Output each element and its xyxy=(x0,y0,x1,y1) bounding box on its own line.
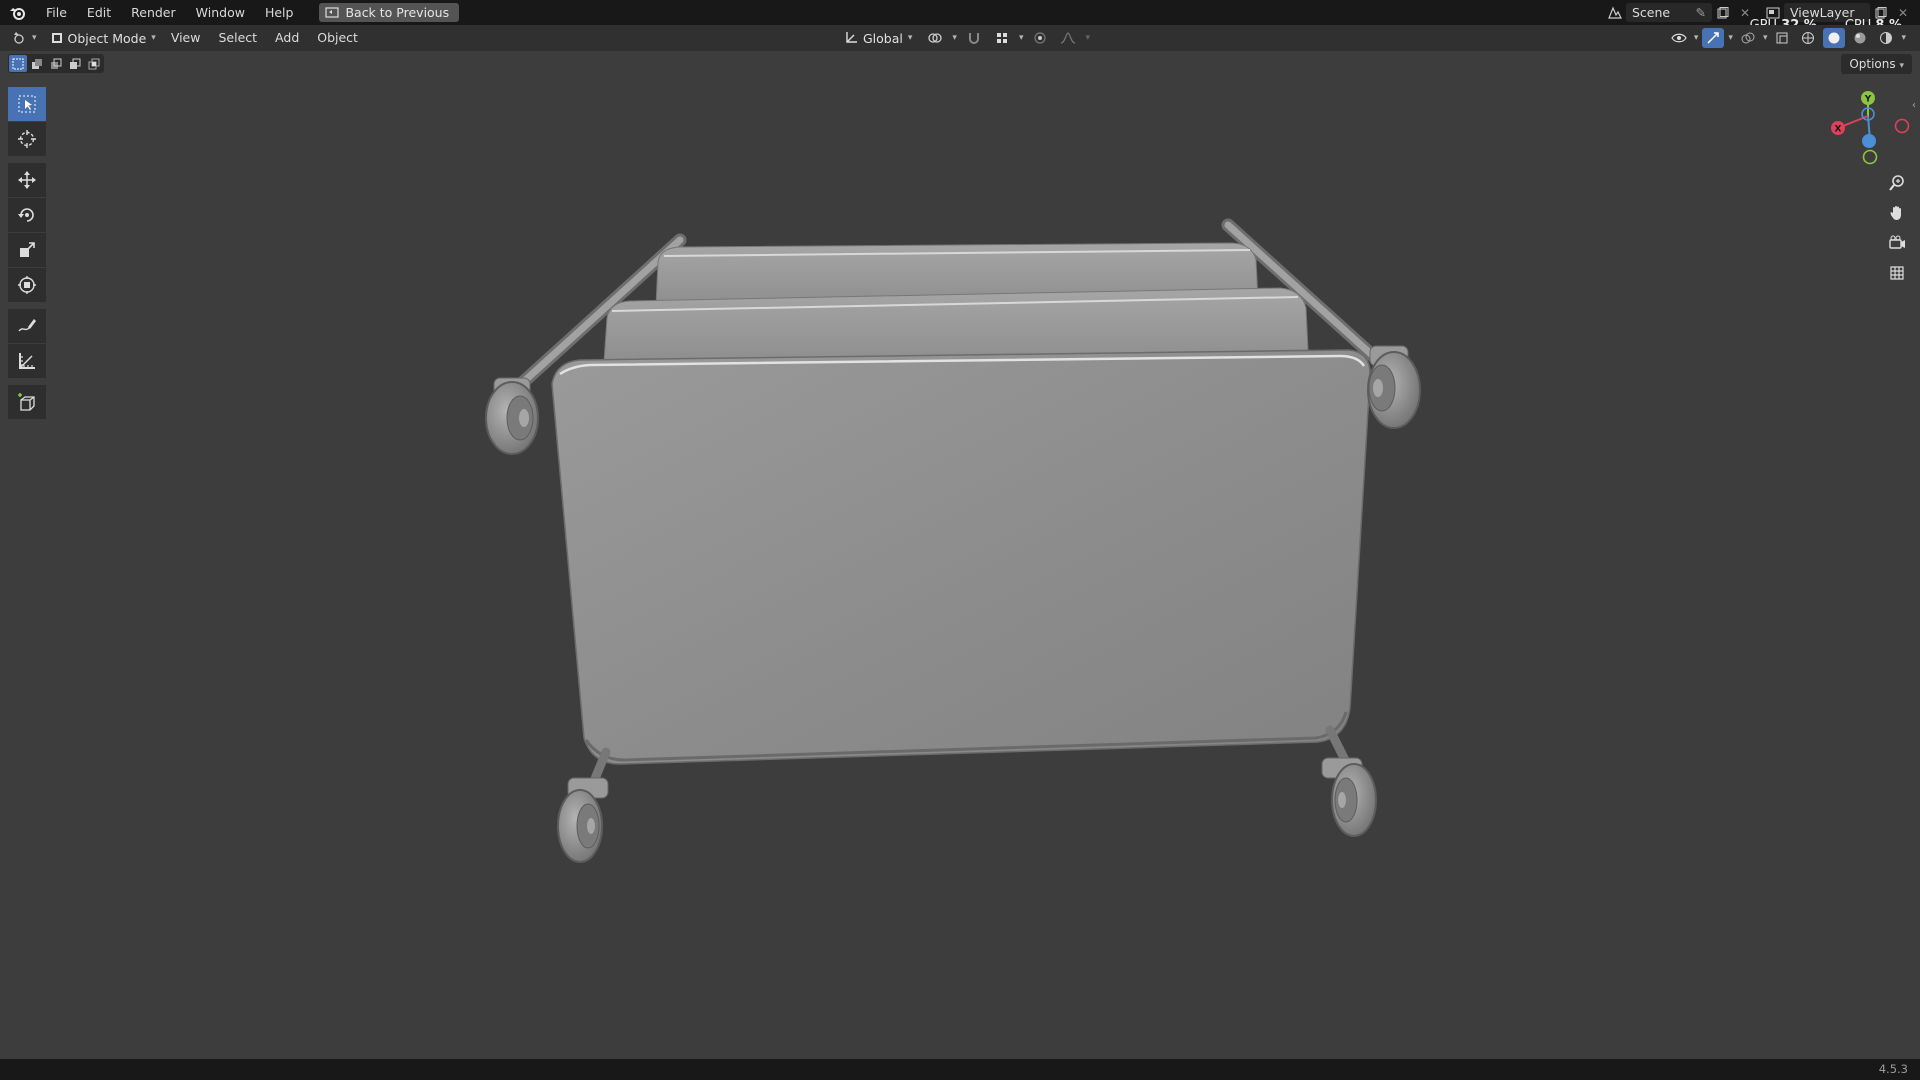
viewport-header: ▾ Object Mode ▾ View Select Add Object G… xyxy=(0,25,1920,51)
overlays-toggle-icon[interactable] xyxy=(1737,28,1759,48)
new-scene-icon[interactable] xyxy=(1712,3,1734,22)
version-label: 4.5.3 xyxy=(1878,1062,1908,1076)
snap-caret-icon[interactable]: ▾ xyxy=(1019,33,1024,43)
back-to-previous-label: Back to Previous xyxy=(345,5,450,20)
object-mode-dropdown[interactable]: Object Mode ▾ xyxy=(45,28,162,48)
menu-edit[interactable]: Edit xyxy=(77,0,121,25)
orientation-icon xyxy=(846,32,857,43)
orientation-dropdown[interactable]: Global ▾ xyxy=(838,28,918,48)
proportional-edit-icon[interactable] xyxy=(1029,28,1051,48)
menu-window[interactable]: Window xyxy=(186,0,255,25)
pivot-point-icon[interactable] xyxy=(924,28,946,48)
xray-toggle-icon[interactable] xyxy=(1771,28,1793,48)
snap-target-icon[interactable] xyxy=(991,28,1013,48)
pin-icon[interactable]: ✎ xyxy=(1696,5,1706,20)
add-cube-tool-icon[interactable] xyxy=(8,385,46,419)
scene-name: Scene xyxy=(1632,5,1671,20)
negative-y-handle[interactable] xyxy=(1862,149,1878,165)
chevron-down-icon: ▾ xyxy=(151,33,156,43)
annotate-tool-icon[interactable] xyxy=(8,309,46,343)
material-shading-icon[interactable] xyxy=(1849,28,1871,48)
perspective-toggle-icon[interactable] xyxy=(1882,258,1912,288)
snap-toggle-icon[interactable] xyxy=(963,28,985,48)
caster-wheel[interactable] xyxy=(485,377,539,455)
screen-back-icon xyxy=(325,6,340,18)
scene-name-field[interactable]: Scene ✎ xyxy=(1626,3,1712,22)
chevron-down-icon: ▾ xyxy=(907,33,913,43)
status-bar: 4.5.3 xyxy=(0,1059,1920,1080)
gizmo-toggle-icon[interactable] xyxy=(1702,28,1725,48)
editor-type-icon[interactable] xyxy=(10,28,32,48)
measure-tool-icon[interactable] xyxy=(8,344,46,378)
trolley-model[interactable] xyxy=(485,218,1421,863)
menu-add[interactable]: Add xyxy=(266,25,308,51)
viewport-display-controls: ▾ ▾ ▾ ▾ xyxy=(1668,25,1906,51)
falloff-curve-icon[interactable] xyxy=(1057,28,1079,48)
transform-controls: Global ▾ ▾ ▾ ▾ xyxy=(838,25,1090,51)
x-axis-label: X xyxy=(1835,125,1842,135)
caster-wheel[interactable] xyxy=(1367,345,1421,429)
editor-type-caret-icon[interactable]: ▾ xyxy=(32,33,37,43)
negative-x-handle[interactable] xyxy=(1894,118,1910,134)
gizmo-caret-icon[interactable]: ▾ xyxy=(1728,33,1733,43)
navigation-gizmo[interactable]: Y X xyxy=(1822,86,1914,168)
scale-tool-icon[interactable] xyxy=(8,233,46,267)
zoom-icon[interactable] xyxy=(1882,168,1912,198)
menu-select[interactable]: Select xyxy=(209,25,266,51)
select-extend-icon[interactable] xyxy=(28,55,46,72)
menu-help[interactable]: Help xyxy=(255,0,304,25)
options-label: Options xyxy=(1849,57,1896,71)
select-intersect-icon[interactable] xyxy=(85,55,103,72)
object-mode-icon xyxy=(51,33,62,43)
overlays-caret-icon[interactable]: ▾ xyxy=(1763,33,1768,43)
tool-shelf xyxy=(8,87,48,420)
menu-object[interactable]: Object xyxy=(308,25,367,51)
orientation-label: Global xyxy=(863,30,903,46)
menu-file[interactable]: File xyxy=(36,0,77,25)
scene-icon[interactable] xyxy=(1604,3,1626,22)
top-menu-bar: File Edit Render Window Help Back to Pre… xyxy=(0,0,1920,33)
select-invert-icon[interactable] xyxy=(66,55,84,72)
navigation-tools xyxy=(1882,168,1912,288)
visibility-caret-icon[interactable]: ▾ xyxy=(1694,33,1699,43)
3d-viewport[interactable] xyxy=(0,51,1920,1059)
scene-selector: Scene ✎ ✕ xyxy=(1604,3,1756,22)
caster-wheel[interactable] xyxy=(1321,757,1377,837)
select-box-tool-icon[interactable] xyxy=(8,87,46,121)
camera-view-icon[interactable] xyxy=(1882,228,1912,258)
back-to-previous-button[interactable]: Back to Previous xyxy=(319,3,460,22)
cursor-tool-icon[interactable] xyxy=(8,122,46,156)
menu-view[interactable]: View xyxy=(162,25,210,51)
rendered-shading-icon[interactable] xyxy=(1875,28,1897,48)
chevron-down-icon: ▾ xyxy=(1899,61,1904,71)
shading-caret-icon[interactable]: ▾ xyxy=(1901,33,1906,43)
solid-shading-icon[interactable] xyxy=(1823,28,1846,48)
falloff-caret-icon[interactable]: ▾ xyxy=(1085,33,1090,43)
menu-render[interactable]: Render xyxy=(121,0,186,25)
visibility-eye-icon[interactable] xyxy=(1668,28,1690,48)
select-subtract-icon[interactable] xyxy=(47,55,65,72)
wireframe-shading-icon[interactable] xyxy=(1797,28,1819,48)
blender-logo-icon[interactable] xyxy=(0,0,36,25)
rotate-tool-icon[interactable] xyxy=(8,198,46,232)
pivot-caret-icon[interactable]: ▾ xyxy=(952,33,957,43)
y-axis-label: Y xyxy=(1864,95,1872,105)
selection-mode-group xyxy=(8,54,104,73)
select-new-icon[interactable] xyxy=(9,55,27,72)
caster-wheel[interactable] xyxy=(557,777,609,863)
options-dropdown[interactable]: Options ▾ xyxy=(1841,54,1912,74)
transform-tool-icon[interactable] xyxy=(8,268,46,302)
move-tool-icon[interactable] xyxy=(8,163,46,197)
object-mode-label: Object Mode xyxy=(67,30,147,46)
pan-hand-icon[interactable] xyxy=(1882,198,1912,228)
sidebar-toggle-icon[interactable]: ‹ xyxy=(1912,100,1920,118)
z-axis-handle[interactable] xyxy=(1862,134,1876,148)
